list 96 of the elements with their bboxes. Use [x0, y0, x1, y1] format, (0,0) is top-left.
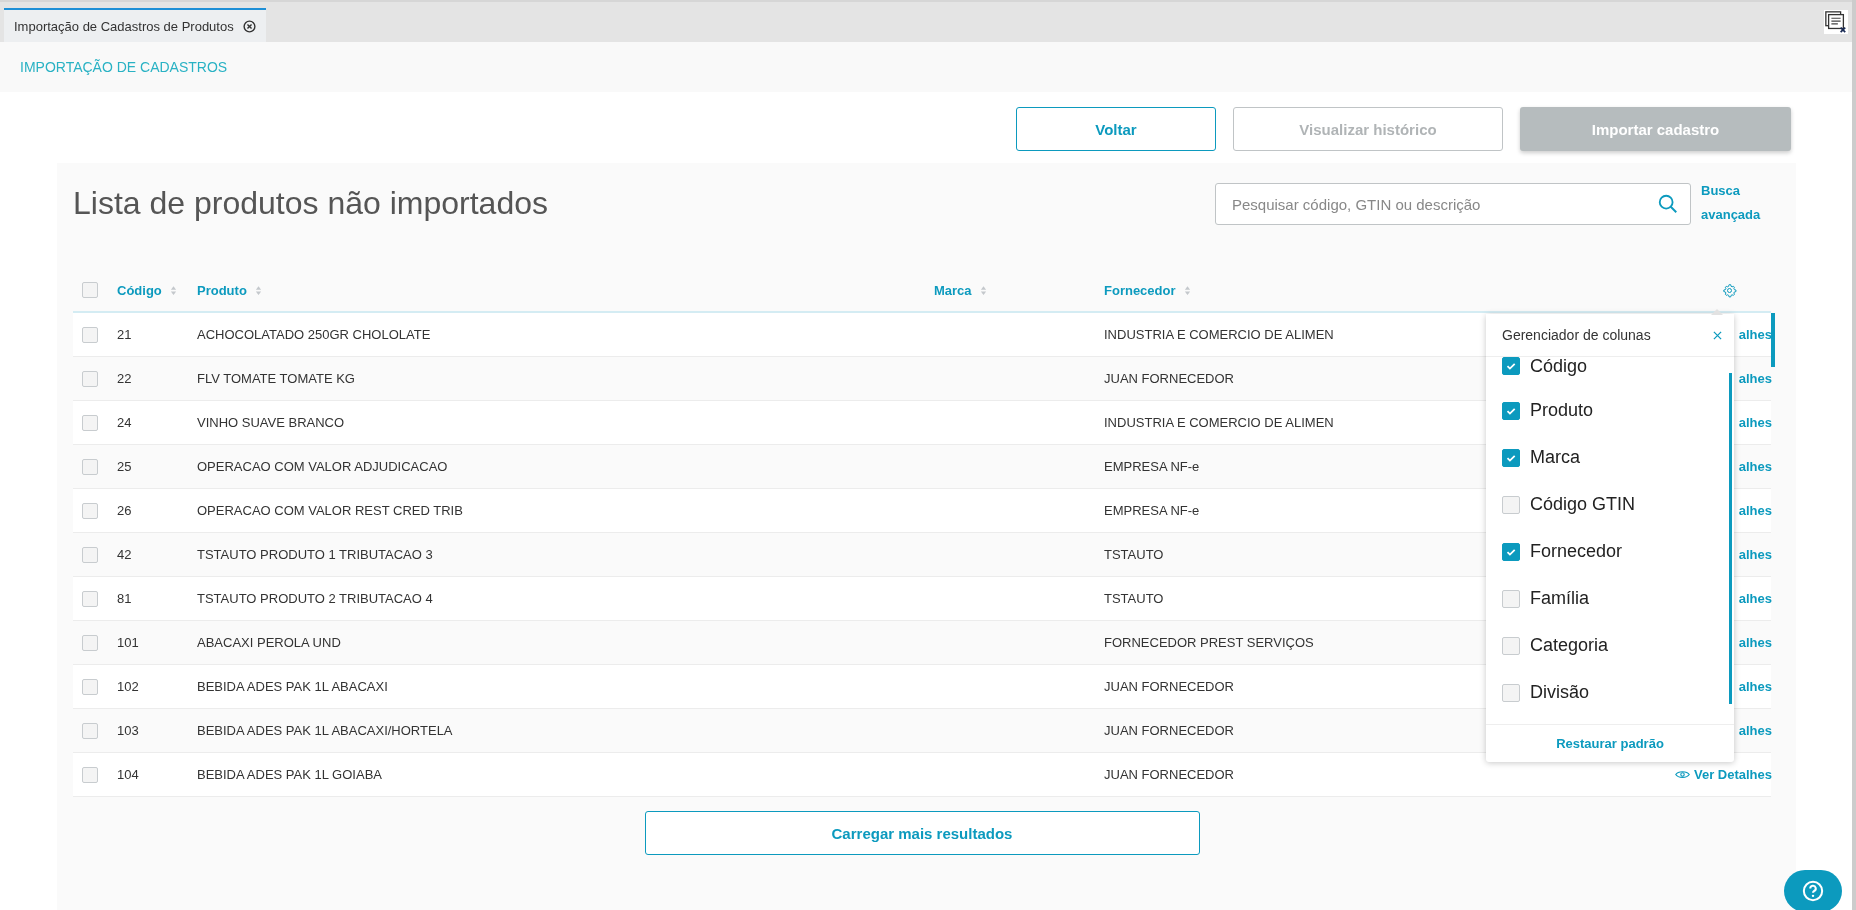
- action-button[interactable]: Voltar: [1016, 107, 1216, 151]
- column-header[interactable]: Código: [117, 282, 162, 298]
- column-option[interactable]: Produto: [1530, 400, 1594, 421]
- settings-icon[interactable]: [1722, 282, 1737, 298]
- row-checkbox[interactable]: [82, 634, 98, 651]
- column-header[interactable]: Marca: [934, 282, 972, 298]
- table-cell: 21: [117, 327, 132, 342]
- column-option[interactable]: Família: [1530, 588, 1589, 609]
- tab[interactable]: Importação de Cadastros de Produtos: [4, 8, 266, 42]
- windows-close-icon[interactable]: [1824, 10, 1848, 34]
- search-icon[interactable]: [1657, 193, 1679, 215]
- column-checkbox[interactable]: [1502, 589, 1520, 608]
- table-cell: ABACAXI PEROLA UND: [197, 635, 341, 650]
- table-cell: FLV TOMATE TOMATE KG: [197, 371, 355, 386]
- column-checkbox[interactable]: [1502, 448, 1520, 467]
- row-checkbox[interactable]: [82, 766, 98, 783]
- details-link[interactable]: alhes: [1738, 503, 1772, 518]
- details-link[interactable]: alhes: [1738, 547, 1772, 562]
- table-cell: INDUSTRIA E COMERCIO DE ALIMEN: [1104, 415, 1334, 430]
- column-header[interactable]: Fornecedor: [1104, 282, 1176, 298]
- table-cell: BEBIDA ADES PAK 1L ABACAXI: [197, 679, 388, 694]
- close-icon[interactable]: [242, 19, 256, 33]
- search-field[interactable]: Pesquisar código, GTIN ou descrição: [1215, 183, 1691, 225]
- details-link[interactable]: alhes: [1738, 723, 1772, 738]
- table-cell: 104: [117, 767, 139, 782]
- table-cell: VINHO SUAVE BRANCO: [197, 415, 345, 430]
- details-link[interactable]: alhes: [1738, 459, 1772, 474]
- column-checkbox[interactable]: [1502, 636, 1520, 655]
- table-cell: 102: [117, 679, 139, 694]
- list-title: Lista de produtos não importados: [73, 185, 549, 222]
- row-checkbox[interactable]: [82, 590, 98, 607]
- restore-default-link[interactable]: Restaurar padrão: [1556, 736, 1664, 751]
- table-cell: JUAN FORNECEDOR: [1104, 371, 1234, 386]
- table-cell: OPERACAO COM VALOR ADJUDICACAO: [197, 459, 448, 474]
- sort-icon[interactable]: [169, 284, 177, 296]
- sort-icon[interactable]: [254, 284, 262, 296]
- column-option[interactable]: Marca: [1530, 447, 1580, 468]
- column-option[interactable]: Código: [1530, 356, 1588, 377]
- column-option[interactable]: Categoria: [1530, 635, 1609, 656]
- table-cell: 103: [117, 723, 139, 738]
- table-cell: 25: [117, 459, 132, 474]
- row-checkbox[interactable]: [82, 502, 98, 519]
- table-cell: TSTAUTO: [1104, 591, 1164, 606]
- column-option[interactable]: Fornecedor: [1530, 541, 1623, 562]
- table-cell: 22: [117, 371, 132, 386]
- column-header[interactable]: Produto: [197, 282, 247, 298]
- details-link[interactable]: alhes: [1738, 327, 1772, 342]
- advanced-search-link[interactable]: Busca avançada: [1701, 179, 1771, 227]
- row-checkbox[interactable]: [82, 678, 98, 695]
- column-checkbox[interactable]: [1502, 683, 1520, 702]
- table-cell: EMPRESA NF-e: [1104, 459, 1200, 474]
- sort-icon[interactable]: [979, 284, 987, 296]
- page-title: IMPORTAÇÃO DE CADASTROS: [20, 59, 228, 75]
- table-cell: 101: [117, 635, 139, 650]
- details-link[interactable]: alhes: [1738, 635, 1772, 650]
- column-checkbox[interactable]: [1502, 495, 1520, 514]
- table-cell: EMPRESA NF-e: [1104, 503, 1200, 518]
- column-checkbox[interactable]: [1502, 401, 1520, 420]
- table-cell: 81: [117, 591, 132, 606]
- row-checkbox[interactable]: [82, 722, 98, 739]
- table-cell: TSTAUTO PRODUTO 1 TRIBUTACAO 3: [197, 547, 433, 562]
- details-link[interactable]: alhes: [1738, 415, 1772, 430]
- table-cell: INDUSTRIA E COMERCIO DE ALIMEN: [1104, 327, 1334, 342]
- row-checkbox[interactable]: [82, 326, 98, 343]
- table-cell: ACHOCOLATADO 250GR CHOLOLATE: [197, 327, 431, 342]
- load-more-button[interactable]: Carregar mais resultados: [644, 811, 1200, 855]
- column-option[interactable]: Divisão: [1530, 682, 1590, 703]
- details-link[interactable]: Ver Detalhes: [1674, 767, 1772, 782]
- table-cell: OPERACAO COM VALOR REST CRED TRIB: [197, 503, 463, 518]
- row-checkbox[interactable]: [82, 370, 98, 387]
- table-cell: FORNECEDOR PREST SERVIÇOS: [1104, 635, 1314, 650]
- table-cell: JUAN FORNECEDOR: [1104, 767, 1234, 782]
- column-option[interactable]: Código GTIN: [1530, 494, 1636, 515]
- question-mark-icon: [1802, 880, 1824, 902]
- table-cell: TSTAUTO: [1104, 547, 1164, 562]
- row-checkbox[interactable]: [82, 458, 98, 475]
- column-checkbox[interactable]: [1502, 542, 1520, 561]
- eye-icon[interactable]: [1674, 769, 1690, 780]
- details-link[interactable]: alhes: [1738, 679, 1772, 694]
- table-cell: 24: [117, 415, 132, 430]
- help-button[interactable]: [1784, 870, 1842, 910]
- table-cell: 26: [117, 503, 132, 518]
- row-checkbox[interactable]: [82, 546, 98, 563]
- table-cell: JUAN FORNECEDOR: [1104, 679, 1234, 694]
- table-cell: BEBIDA ADES PAK 1L GOIABA: [197, 767, 382, 782]
- row-checkbox[interactable]: [82, 414, 98, 431]
- details-link[interactable]: alhes: [1738, 371, 1772, 386]
- table-cell: BEBIDA ADES PAK 1L ABACAXI/HORTELA: [197, 723, 453, 738]
- table-cell: 42: [117, 547, 132, 562]
- table-cell: TSTAUTO PRODUTO 2 TRIBUTACAO 4: [197, 591, 433, 606]
- column-checkbox[interactable]: [1502, 357, 1520, 375]
- sort-icon[interactable]: [1183, 284, 1191, 296]
- popup-title: Gerenciador de colunas: [1502, 327, 1651, 343]
- details-link[interactable]: alhes: [1738, 591, 1772, 606]
- table-cell: JUAN FORNECEDOR: [1104, 723, 1234, 738]
- select-all-checkbox[interactable]: [82, 282, 98, 298]
